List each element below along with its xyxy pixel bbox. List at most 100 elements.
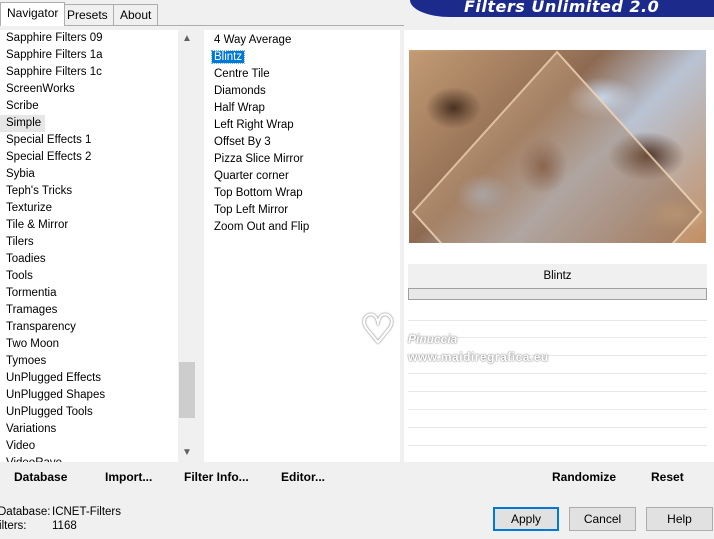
category-item[interactable]: VideoRave [0,455,196,462]
filter-item-label: Quarter corner [214,170,289,182]
filter-item[interactable]: Left Right Wrap [204,117,400,134]
filter-item-label: Diamonds [214,85,266,97]
help-button[interactable]: Help [646,507,713,531]
category-item[interactable]: UnPlugged Shapes [0,387,196,404]
scrollbar-thumb[interactable] [179,362,195,418]
filter-item[interactable]: Top Bottom Wrap [204,185,400,202]
reset-button[interactable]: Reset [651,463,684,492]
database-button[interactable]: Database [14,463,67,492]
filter-item[interactable]: Diamonds [204,83,400,100]
category-item[interactable]: Variations [0,421,196,438]
filter-item-label: Left Right Wrap [214,119,294,131]
category-item-label: Special Effects 2 [6,151,92,163]
parameter-slider[interactable] [408,288,707,300]
category-item-label: UnPlugged Effects [6,372,102,384]
category-item-label: ScreenWorks [6,83,75,95]
chevron-down-icon[interactable]: ▼ [178,444,196,462]
category-item[interactable]: Sapphire Filters 1c [0,64,196,81]
editor-button[interactable]: Editor... [281,463,325,492]
category-item[interactable]: Simple [0,115,46,132]
category-item[interactable]: Tymoes [0,353,196,370]
category-item-label: Sapphire Filters 09 [6,32,103,44]
category-item-label: Tymoes [6,355,47,367]
category-item-label: Toadies [6,253,46,265]
param-row-divider [408,409,707,410]
category-item-label: Tilers [6,236,34,248]
apply-button[interactable]: Apply [493,507,559,531]
category-item[interactable]: Scribe [0,98,196,115]
filter-item[interactable]: Centre Tile [204,66,400,83]
filter-item[interactable]: Blintz [204,49,400,66]
filter-item[interactable]: Quarter corner [204,168,400,185]
tab-presets[interactable]: Presets [60,4,115,26]
left-button-bar: Database Import... Filter Info... Editor… [0,463,402,492]
filter-items: 4 Way Average Blintz Centre Tile Diamonds Ha… [204,32,400,236]
right-button-bar: Randomize Reset [408,463,707,492]
category-item[interactable]: Tools [0,268,196,285]
category-item[interactable]: Tile & Mirror [0,217,196,234]
param-row-divider [408,373,707,374]
category-item[interactable]: Sapphire Filters 1a [0,47,196,64]
category-item[interactable]: Texturize [0,200,196,217]
category-item[interactable]: Sapphire Filters 09 [0,30,196,47]
category-item-label: UnPlugged Shapes [6,389,106,401]
import-button[interactable]: Import... [105,463,152,492]
category-list[interactable]: Sapphire Filters 09 Sapphire Filters 1a Sa… [0,30,196,462]
chevron-up-icon[interactable]: ▲ [178,30,196,48]
watermark-logo-icon: ♡ [360,308,396,352]
category-items: Sapphire Filters 09 Sapphire Filters 1a Sa… [0,30,196,462]
category-item[interactable]: UnPlugged Effects [0,370,196,387]
category-item-label: Sybia [6,168,35,180]
category-item[interactable]: Two Moon [0,336,196,353]
filter-item-label: Half Wrap [214,102,265,114]
category-item-label: Transparency [6,321,76,333]
filter-item[interactable]: Zoom Out and Flip [204,219,400,236]
category-scrollbar[interactable]: ▲ ▼ [178,30,196,462]
filter-list[interactable]: 4 Way Average Blintz Centre Tile Diamonds Ha… [204,30,400,462]
app-banner: Filters Unlimited 2.0 [410,0,714,17]
filter-item-label: Zoom Out and Flip [214,221,310,233]
category-item[interactable]: Teph's Tricks [0,183,196,200]
filter-info-button[interactable]: Filter Info... [184,463,249,492]
filter-item-label: Top Left Mirror [214,204,289,216]
preview-image [409,50,706,243]
category-item[interactable]: Tramages [0,302,196,319]
filter-item-label: Blintz [210,50,246,64]
cancel-button[interactable]: Cancel [569,507,636,531]
filter-item[interactable]: Pizza Slice Mirror [204,151,400,168]
filter-item[interactable]: 4 Way Average [204,32,400,49]
filter-item[interactable]: Top Left Mirror [204,202,400,219]
category-item[interactable]: Sybia [0,166,196,183]
filter-item-label: 4 Way Average [214,34,292,46]
category-item[interactable]: Special Effects 1 [0,132,196,149]
category-item[interactable]: Special Effects 2 [0,149,196,166]
filters-label: Filters: [0,520,27,532]
filter-item-label: Offset By 3 [214,136,271,148]
database-value: ICNET-Filters [52,506,121,518]
category-item-label: Two Moon [6,338,60,350]
category-item[interactable]: ScreenWorks [0,81,196,98]
category-item[interactable]: Transparency [0,319,196,336]
watermark-url: www.maidiregrafica.eu [408,350,549,364]
param-row-divider [408,391,707,392]
category-item[interactable]: Tormentia [0,285,196,302]
filter-item-label: Pizza Slice Mirror [214,153,304,165]
database-label: Database: [0,506,51,518]
category-item-label: Tile & Mirror [6,219,69,231]
filter-item-label: Centre Tile [214,68,270,80]
category-item-label: Tormentia [6,287,57,299]
tab-about[interactable]: About [113,4,159,26]
category-item[interactable]: Tilers [0,234,196,251]
selected-filter-name: Blintz [408,264,707,288]
category-item[interactable]: Video [0,438,196,455]
param-row-divider [408,427,707,428]
filter-item[interactable]: Offset By 3 [204,134,400,151]
filter-item[interactable]: Half Wrap [204,100,400,117]
tab-navigator[interactable]: Navigator [0,2,66,26]
category-item[interactable]: UnPlugged Tools [0,404,196,421]
category-item-label: Simple [6,117,42,129]
category-item[interactable]: Toadies [0,251,196,268]
category-item-label: Sapphire Filters 1c [6,66,102,78]
randomize-button[interactable]: Randomize [552,463,616,492]
category-item-label: Scribe [6,100,39,112]
